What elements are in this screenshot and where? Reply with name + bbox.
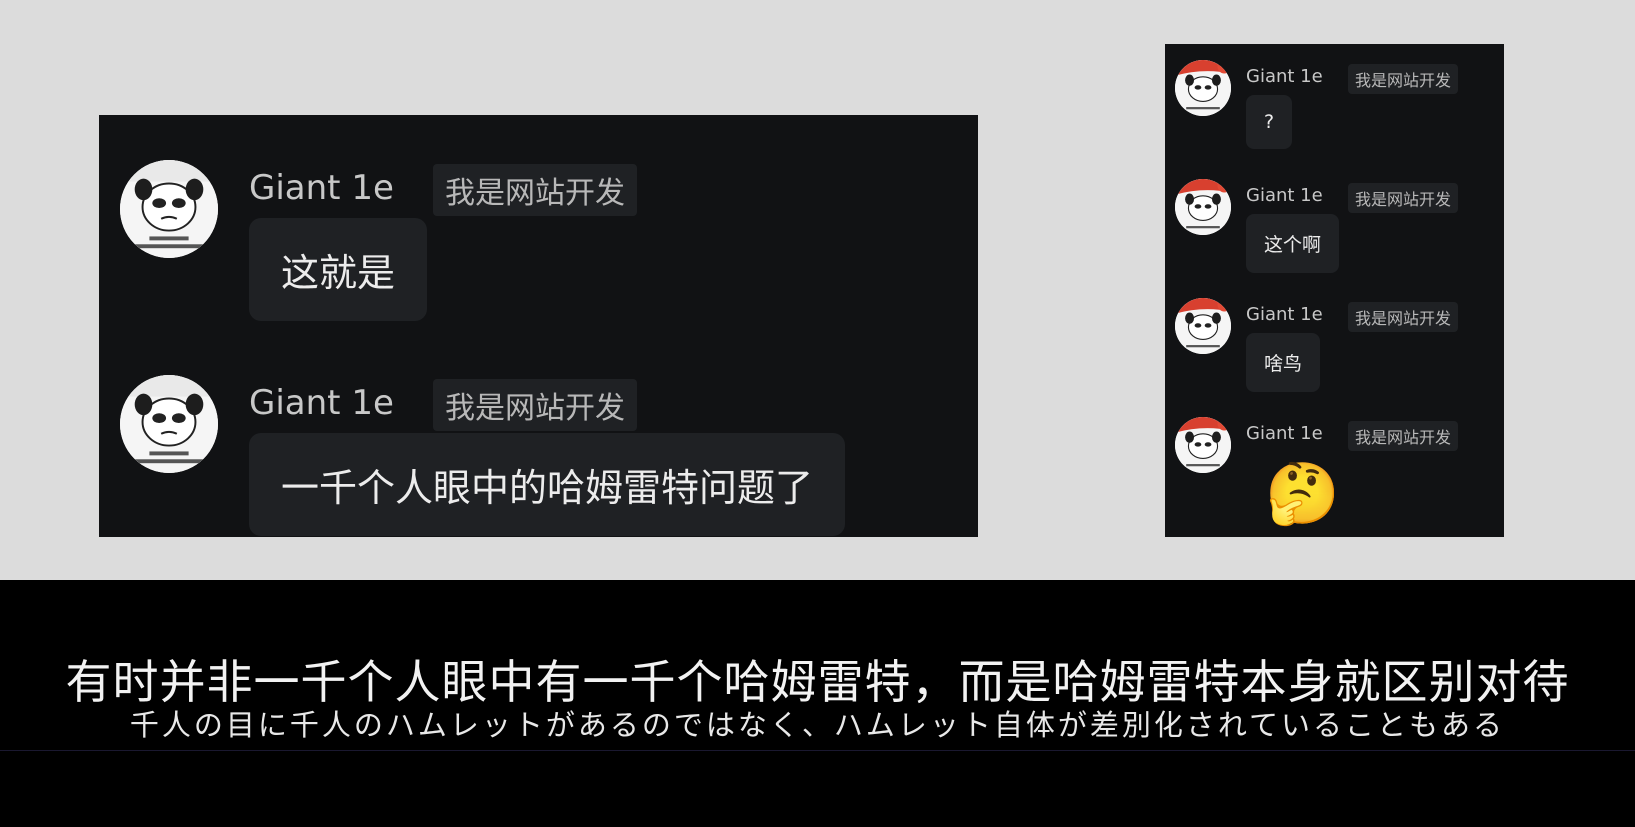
panda-meme-avatar-icon[interactable] xyxy=(1175,417,1231,473)
subtitle-divider xyxy=(0,750,1635,751)
role-badge: 我是网站开发 xyxy=(1348,183,1459,213)
panda-meme-avatar-icon[interactable] xyxy=(1175,179,1231,235)
author-name[interactable]: Giant 1e xyxy=(1246,185,1323,206)
role-badge: 我是网站开发 xyxy=(1348,302,1459,332)
role-badge: 我是网站开发 xyxy=(433,379,637,431)
role-badge: 我是网站开发 xyxy=(433,164,637,216)
right-chat-panel: Giant 1e 我是网站开发 ? Giant 1e 我是网站开发 这个啊 Gi… xyxy=(1165,44,1504,537)
panda-meme-avatar-icon[interactable] xyxy=(120,375,218,473)
panda-meme-avatar-icon[interactable] xyxy=(1175,298,1231,354)
message-bubble[interactable]: 这就是 xyxy=(249,218,428,321)
message-bubble[interactable]: 一千个人眼中的哈姆雷特问题了 xyxy=(249,433,846,536)
message-bubble[interactable]: 这个啊 xyxy=(1246,214,1340,273)
left-chat-panel: Giant 1e 我是网站开发 这就是 Giant 1e 我是网站开发 一千个人… xyxy=(99,115,978,537)
author-name[interactable]: Giant 1e xyxy=(1246,304,1323,325)
role-badge: 我是网站开发 xyxy=(1348,64,1459,94)
subtitle-japanese: 千人の目に千人のハムレットがあるのではなく、ハムレット自体が差別化されていること… xyxy=(129,708,1506,742)
panda-meme-avatar-icon[interactable] xyxy=(1175,60,1231,116)
panda-meme-avatar-icon[interactable] xyxy=(120,160,218,258)
author-name[interactable]: Giant 1e xyxy=(1246,423,1323,444)
author-name[interactable]: Giant 1e xyxy=(249,168,394,208)
subtitle-bar: 有时并非一千个人眼中有一千个哈姆雷特，而是哈姆雷特本身就区别对待 千人の目に千人… xyxy=(0,580,1635,827)
message-bubble[interactable]: ? xyxy=(1246,95,1293,149)
message-bubble[interactable]: 啥鸟 xyxy=(1246,333,1321,392)
role-badge: 我是网站开发 xyxy=(1348,421,1459,451)
author-name[interactable]: Giant 1e xyxy=(249,383,394,423)
author-name[interactable]: Giant 1e xyxy=(1246,66,1323,87)
thinking-face-icon[interactable]: 🤔 xyxy=(1265,464,1340,524)
